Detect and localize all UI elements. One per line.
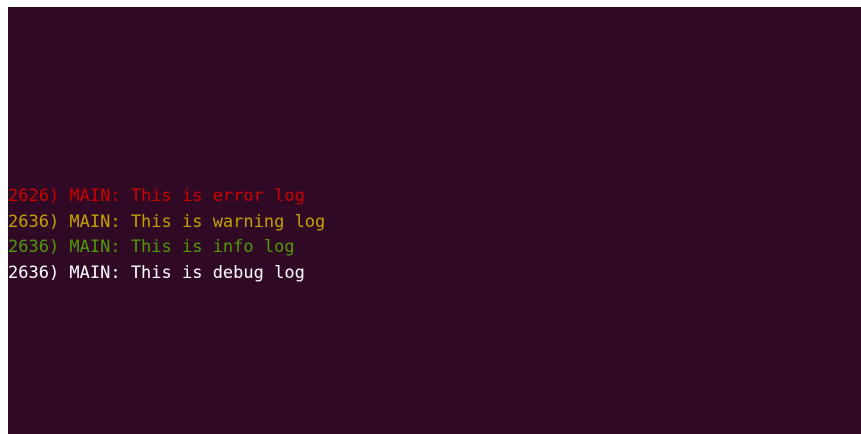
terminal-window[interactable]: 2626) MAIN: This is error log 2636) MAIN… (8, 7, 861, 434)
log-line-warning: 2636) MAIN: This is warning log (8, 211, 326, 232)
log-output: 2626) MAIN: This is error log 2636) MAIN… (8, 184, 325, 286)
log-line-info: 2636) MAIN: This is info log (8, 237, 295, 258)
log-line-debug: 2636) MAIN: This is debug log (8, 262, 305, 283)
log-line-error: 2626) MAIN: This is error log (8, 186, 305, 206)
